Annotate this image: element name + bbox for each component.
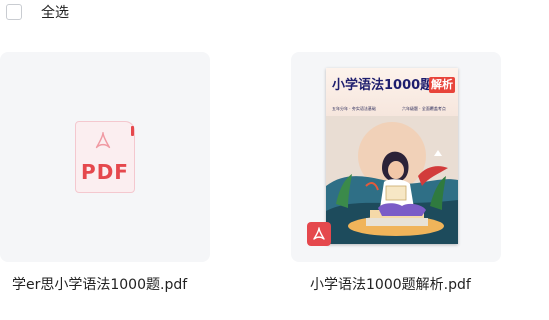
pdf-label: PDF <box>81 160 129 184</box>
book-cover-thumbnail: 小学语法1000题 解析 五年分年 · 夯实语法基础 六年级题 · 全面覆盖考点 <box>326 68 458 244</box>
file-card[interactable]: PDF <box>0 52 210 262</box>
file-name[interactable]: 小学语法1000题解析.pdf <box>310 275 471 295</box>
cover-illustration <box>326 116 458 244</box>
select-all-label: 全选 <box>41 5 69 21</box>
cover-subtitle-right: 六年级题 · 全面覆盖考点 <box>402 106 446 111</box>
cover-badge: 解析 <box>429 77 455 93</box>
cover-title: 小学语法1000题 <box>332 78 434 93</box>
file-card[interactable]: 小学语法1000题 解析 五年分年 · 夯实语法基础 六年级题 · 全面覆盖考点 <box>291 52 501 262</box>
pdf-flag <box>131 126 134 136</box>
file-name[interactable]: 学er思小学语法1000题.pdf <box>12 275 187 295</box>
select-all-checkbox[interactable] <box>6 4 22 20</box>
pdf-file-icon: PDF <box>75 121 135 193</box>
pdf-badge-icon <box>307 222 331 246</box>
acrobat-icon <box>95 132 111 149</box>
cover-subtitle-left: 五年分年 · 夯实语法基础 <box>332 106 376 111</box>
